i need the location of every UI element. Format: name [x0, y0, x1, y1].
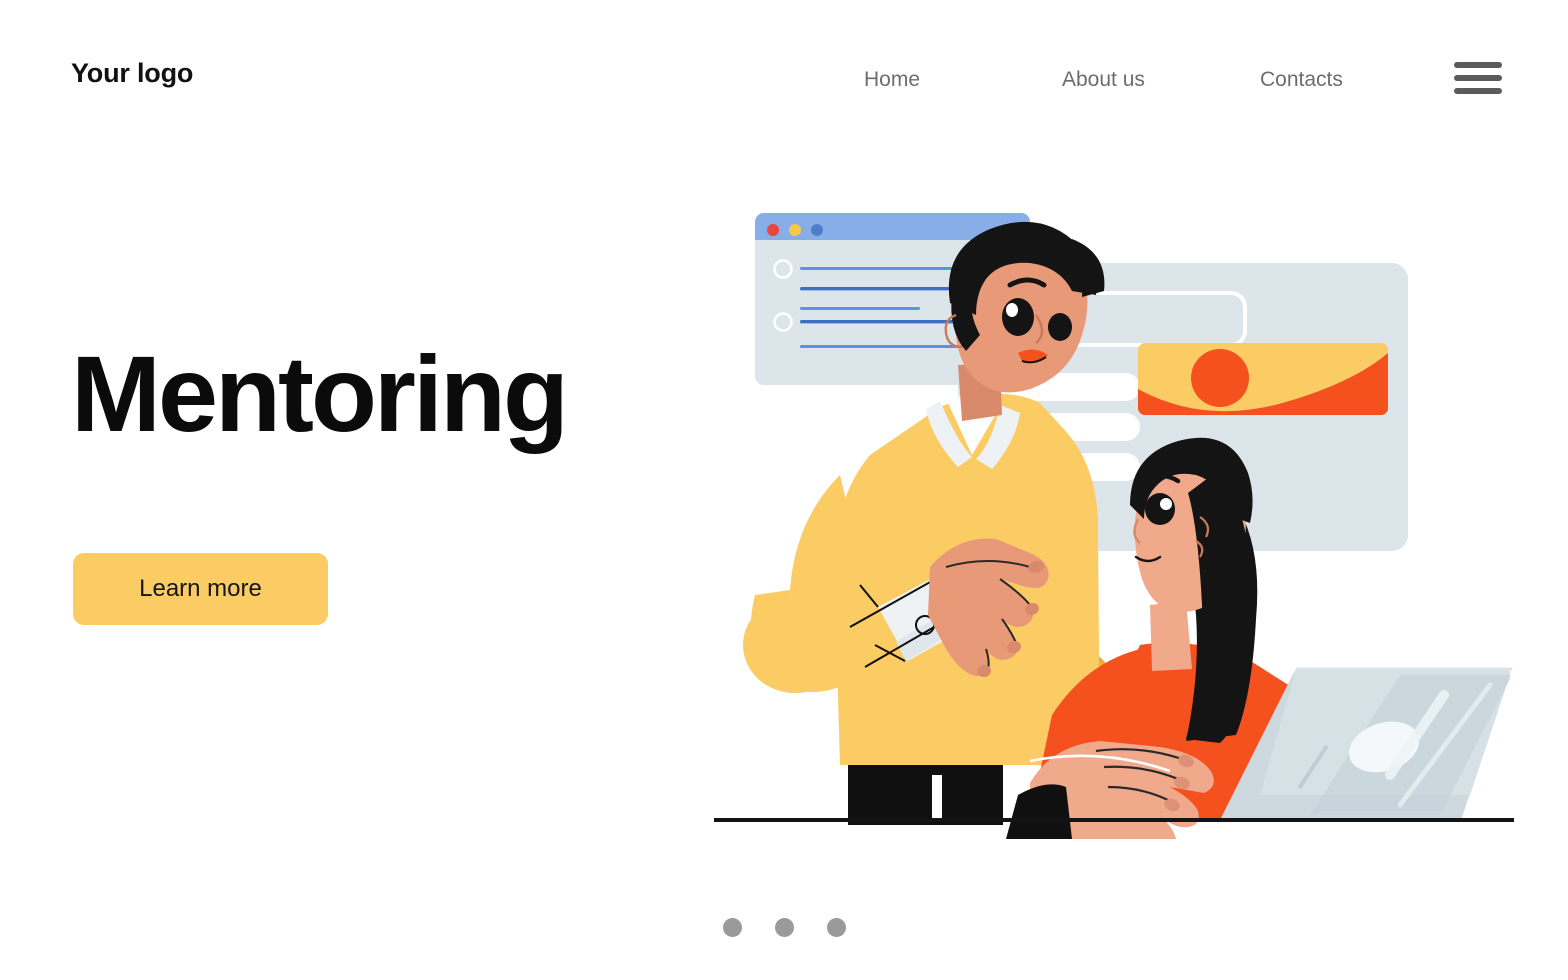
carousel-dots — [718, 918, 858, 938]
nav-link-home[interactable]: Home — [864, 68, 920, 92]
learn-more-button[interactable]: Learn more — [73, 553, 328, 625]
hero-copy: Mentoring — [71, 340, 631, 448]
page-title: Mentoring — [71, 333, 569, 454]
nav-link-contacts[interactable]: Contacts — [1260, 68, 1343, 92]
hamburger-icon[interactable] — [1454, 60, 1502, 96]
brand-logo[interactable]: Your logo — [71, 58, 193, 89]
hamburger-bar-2 — [1454, 75, 1502, 81]
browser-dot-red — [767, 224, 779, 236]
carousel-dot-2[interactable] — [775, 918, 794, 937]
carousel-dot-3[interactable] — [827, 918, 846, 937]
mentoring-illustration — [700, 175, 1530, 840]
hamburger-bar-1 — [1454, 62, 1502, 68]
carousel-dot-1[interactable] — [723, 918, 742, 937]
floor-line — [714, 818, 1514, 822]
browser-dot-yellow — [789, 224, 801, 236]
landing-page: Your logo Home About us Contacts Mentori… — [0, 0, 1568, 980]
nav-link-about-us[interactable]: About us — [1062, 68, 1145, 92]
site-header: Your logo Home About us Contacts — [0, 0, 1568, 150]
main-navigation: Home About us Contacts — [840, 68, 1380, 102]
browser-dot-blue — [811, 224, 823, 236]
sunset-image-card — [1138, 343, 1388, 415]
hamburger-bar-3 — [1454, 88, 1502, 94]
